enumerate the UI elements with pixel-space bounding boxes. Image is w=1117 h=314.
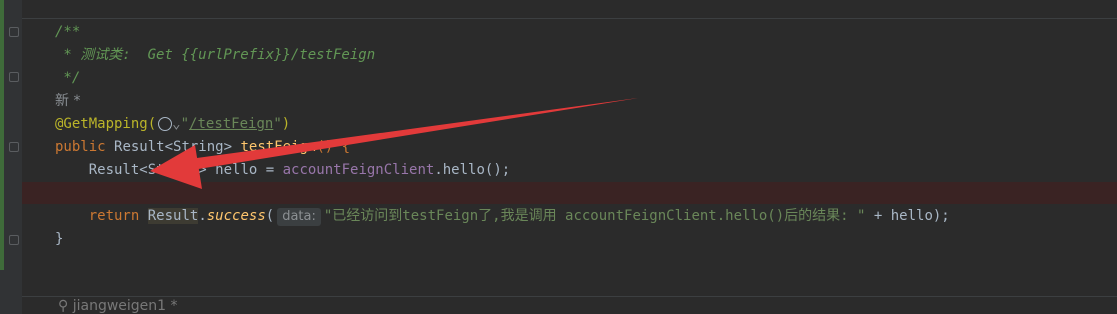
result-class: Result: [147, 208, 199, 224]
code-line-5: @GetMapping(⌄"/testFeign"): [55, 113, 1117, 136]
doc-comment-close: */: [55, 70, 81, 86]
client-field: accountFeignClient: [282, 162, 435, 178]
code-line-10: }: [55, 228, 1117, 251]
method-separator-bottom: [22, 296, 1117, 297]
chevron-down-icon[interactable]: ⌄: [172, 116, 180, 132]
author-hint[interactable]: ⚲ jiangweigen1 *: [58, 298, 178, 314]
fold-marker-icon[interactable]: [9, 72, 19, 82]
fold-marker-icon[interactable]: [9, 27, 19, 37]
user-icon: ⚲: [58, 298, 69, 314]
string-literal: "已经访问到testFeign了,我是调用 accountFeignClient…: [323, 208, 866, 224]
doc-comment-text: * 测试类: Get {{urlPrefix}}/testFeign: [55, 47, 376, 63]
code-line-7: Result<String> hello = accountFeignClien…: [55, 159, 1117, 182]
code-line-2: * 测试类: Get {{urlPrefix}}/testFeign: [55, 44, 1117, 67]
method-name: testFeign: [240, 139, 317, 155]
editor-gutter: [8, 0, 22, 314]
success-dot: .: [198, 208, 207, 224]
annotation-quote-close: ": [273, 116, 282, 132]
param-hint-data: data:: [277, 208, 321, 226]
annotation-quote-open: ": [180, 116, 190, 132]
code-line-3: */: [55, 67, 1117, 90]
method-paren: () {: [316, 139, 351, 155]
result-type: Result<String>: [88, 162, 207, 178]
new-author-hint[interactable]: 新 *: [55, 93, 80, 109]
author-name: jiangweigen1 *: [72, 298, 178, 314]
concat-expression: + hello);: [865, 208, 950, 224]
result-var: hello =: [206, 162, 283, 178]
method-return-type: Result<String>: [114, 139, 233, 155]
code-line-6: public Result<String> testFeign() {: [55, 136, 1117, 159]
code-line-9: return Result.success(data: "已经访问到testFei…: [55, 205, 1117, 228]
code-editor[interactable]: /** * 测试类: Get {{urlPrefix}}/testFeign *…: [55, 21, 1117, 251]
annotation-name: @GetMapping(: [55, 116, 157, 132]
success-method: success: [206, 208, 266, 224]
fold-marker-icon[interactable]: [9, 142, 19, 152]
keyword-public: public: [55, 139, 106, 155]
globe-icon[interactable]: [158, 117, 173, 131]
method-separator: [22, 18, 1117, 19]
success-paren: (: [265, 208, 275, 224]
keyword-return: return: [88, 208, 140, 224]
doc-comment-open: /**: [55, 24, 81, 40]
code-line-4: 新 *: [55, 90, 1117, 113]
fold-marker-icon[interactable]: [9, 235, 19, 245]
code-line-1: /**: [55, 21, 1117, 44]
vcs-change-bar: [0, 0, 4, 270]
annotation-close: ): [281, 116, 291, 132]
annotation-path-link[interactable]: /testFeign: [189, 116, 273, 132]
client-call: .hello();: [434, 162, 511, 178]
closing-brace: }: [55, 231, 64, 247]
